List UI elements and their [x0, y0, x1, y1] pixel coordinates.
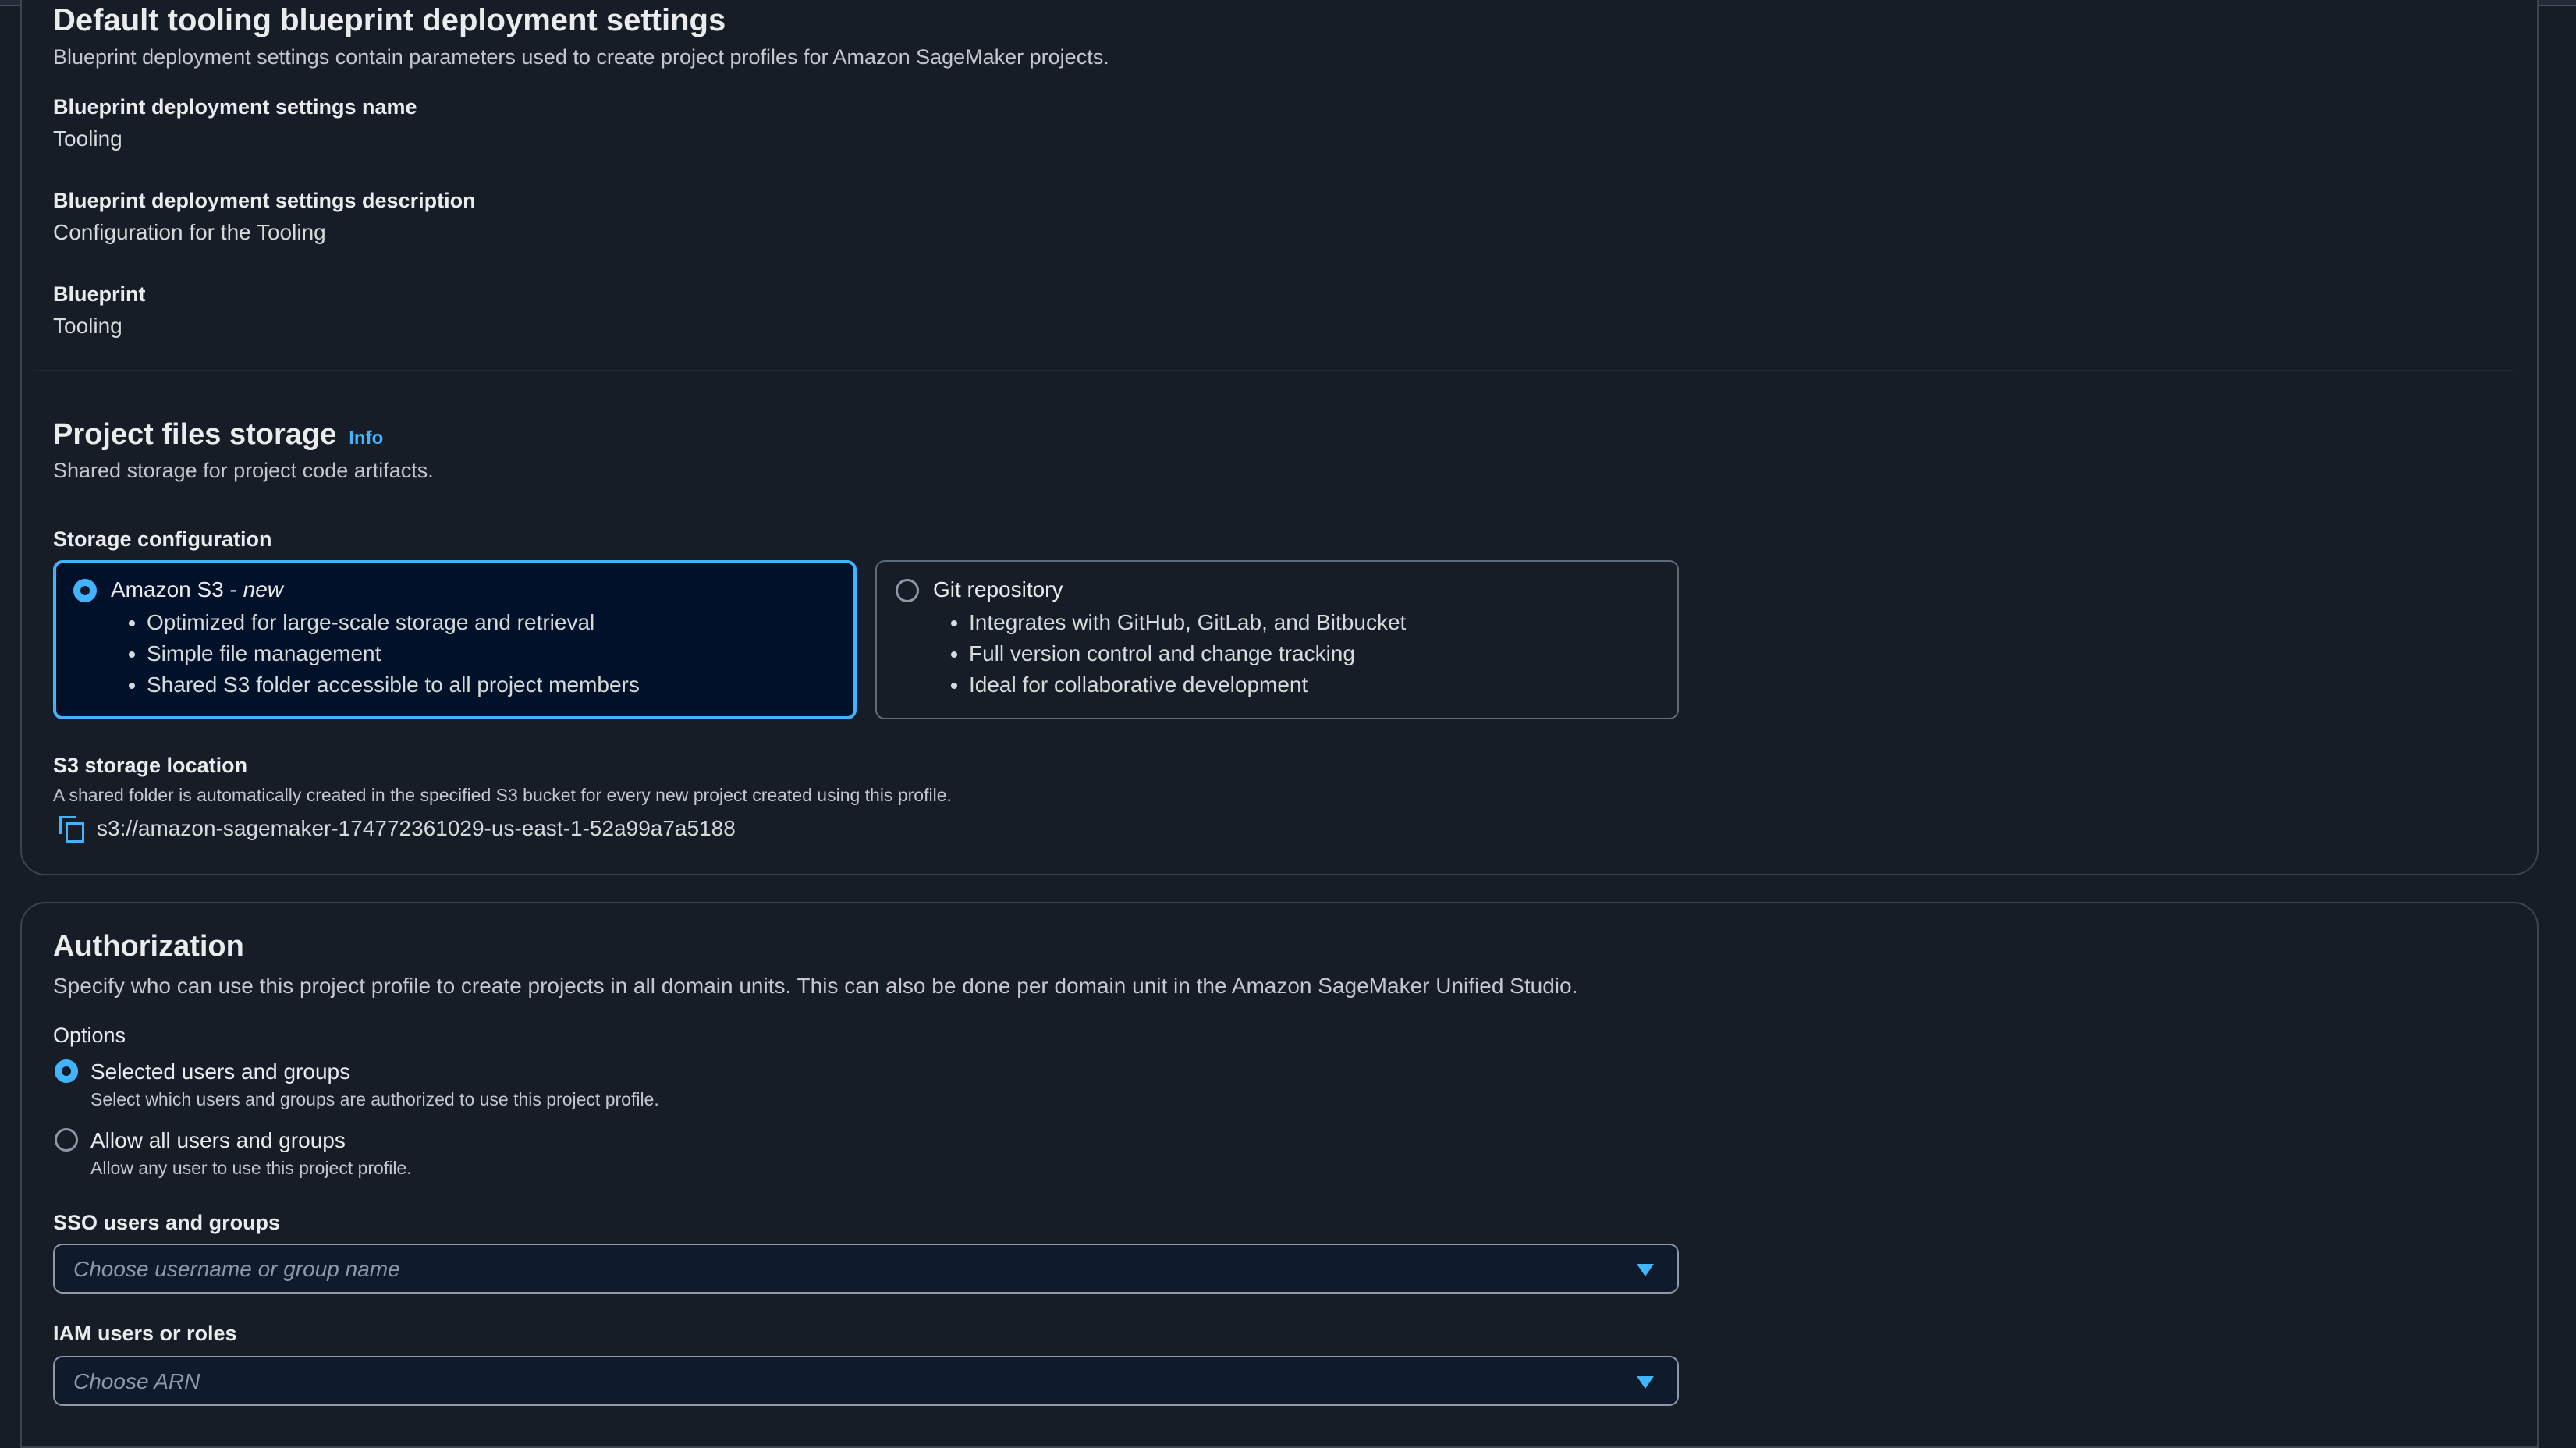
option-bullets-git-repository: Integrates with GitHub, GitLab, and Bitb… — [947, 607, 1406, 701]
option-title-allow-all-users[interactable]: Allow all users and groups — [90, 1128, 346, 1153]
blueprint-settings-title: Default tooling blueprint deployment set… — [53, 3, 726, 37]
iam-users-select[interactable]: Choose ARN — [53, 1356, 1679, 1406]
field-value-settings-name: Tooling — [53, 126, 122, 151]
radio-git-repository[interactable] — [896, 579, 919, 602]
blueprint-settings-card — [20, 0, 2539, 875]
field-value-settings-description: Configuration for the Tooling — [53, 220, 326, 244]
options-label: Options — [53, 1024, 126, 1047]
option-title-selected-users[interactable]: Selected users and groups — [90, 1059, 350, 1084]
list-item: Ideal for collaborative development — [969, 669, 1406, 701]
field-label-blueprint: Blueprint — [53, 282, 146, 306]
sso-users-placeholder: Choose username or group name — [73, 1257, 400, 1281]
field-label-settings-description: Blueprint deployment settings descriptio… — [53, 189, 476, 212]
option-description-allow-all-users: Allow any user to use this project profi… — [90, 1158, 412, 1178]
list-item: Simple file management — [147, 638, 640, 669]
caret-down-icon — [1637, 1264, 1654, 1276]
s3-location-value: s3://amazon-sagemaker-174772361029-us-ea… — [97, 816, 736, 840]
option-description-selected-users: Select which users and groups are author… — [90, 1089, 659, 1109]
storage-title: Project files storage — [53, 418, 337, 451]
s3-location-label: S3 storage location — [53, 754, 248, 777]
radio-allow-all-users-and-groups[interactable] — [55, 1128, 78, 1152]
storage-description: Shared storage for project code artifact… — [53, 459, 434, 482]
authorization-title: Authorization — [53, 930, 244, 963]
section-divider — [33, 370, 2514, 371]
authorization-description: Specify who can use this project profile… — [53, 974, 1578, 998]
s3-location-description: A shared folder is automatically created… — [53, 785, 952, 805]
copy-icon[interactable] — [59, 816, 84, 843]
caret-down-icon — [1637, 1376, 1654, 1389]
field-value-blueprint: Tooling — [53, 314, 122, 338]
storage-info-link[interactable]: Info — [349, 428, 383, 449]
sso-users-label: SSO users and groups — [53, 1211, 281, 1234]
list-item: Shared S3 folder accessible to all proje… — [147, 669, 640, 701]
sso-users-select[interactable]: Choose username or group name — [53, 1244, 1679, 1294]
option-title-amazon-s3: Amazon S3 - new — [111, 577, 284, 602]
radio-selected-users-and-groups[interactable] — [55, 1059, 78, 1083]
iam-users-placeholder: Choose ARN — [73, 1369, 200, 1393]
storage-option-amazon-s3[interactable]: Amazon S3 - new Optimized for large-scal… — [53, 560, 857, 719]
storage-config-label: Storage configuration — [53, 527, 272, 551]
list-item: Optimized for large-scale storage and re… — [147, 607, 640, 638]
field-label-settings-name: Blueprint deployment settings name — [53, 95, 417, 119]
iam-users-label: IAM users or roles — [53, 1322, 237, 1345]
storage-header: Project files storage Info — [53, 418, 383, 452]
radio-amazon-s3[interactable] — [73, 579, 97, 602]
option-title-git-repository: Git repository — [933, 577, 1063, 602]
list-item: Full version control and change tracking — [969, 638, 1406, 669]
list-item: Integrates with GitHub, GitLab, and Bitb… — [969, 607, 1406, 638]
option-bullets-amazon-s3: Optimized for large-scale storage and re… — [125, 607, 640, 701]
storage-option-git-repository[interactable]: Git repository Integrates with GitHub, G… — [875, 560, 1679, 719]
blueprint-settings-description: Blueprint deployment settings contain pa… — [53, 45, 1109, 69]
